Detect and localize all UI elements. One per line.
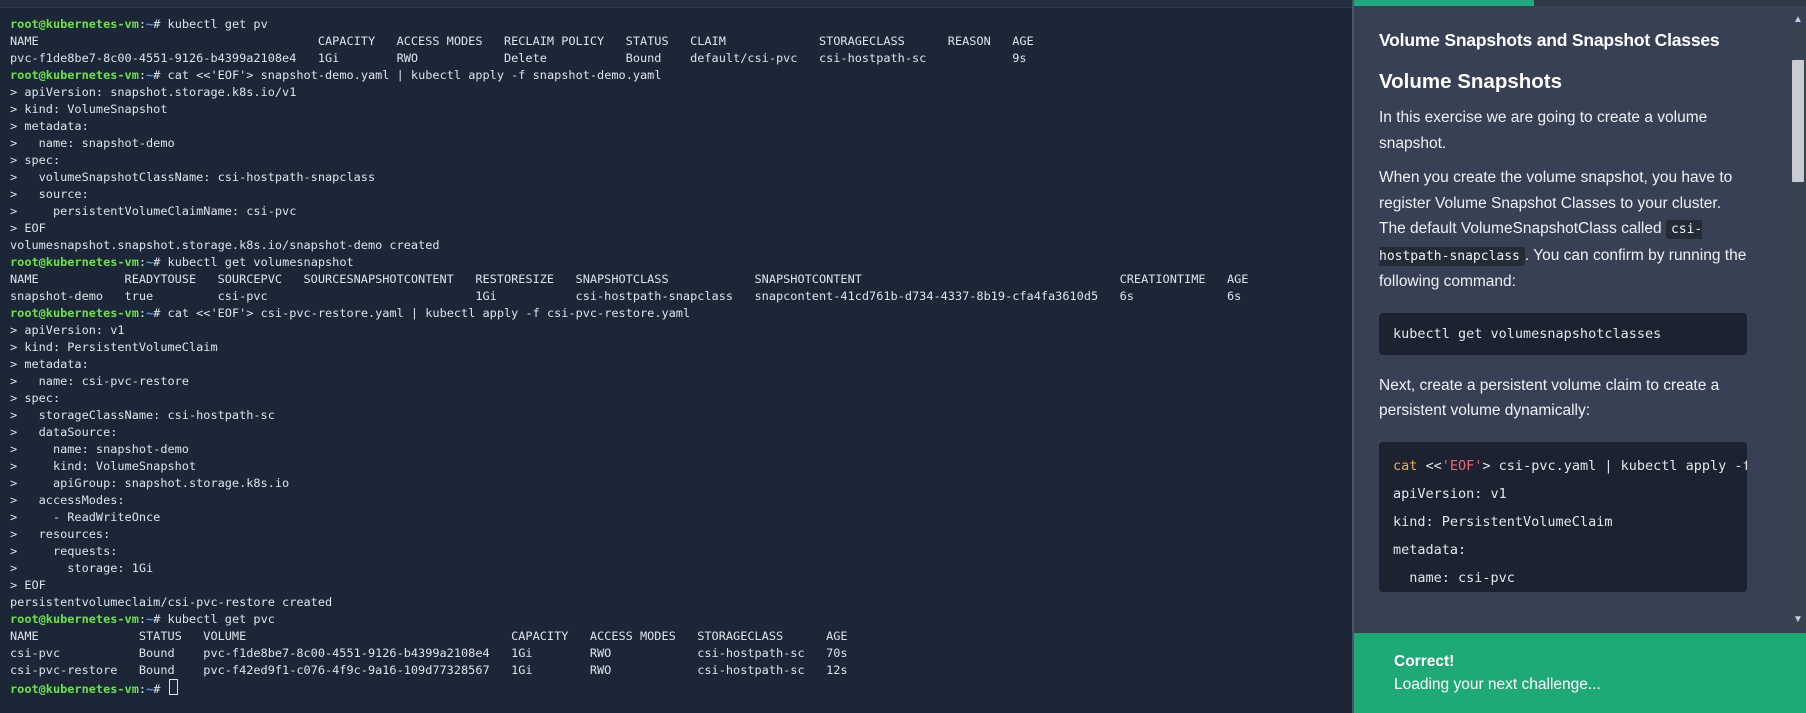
prompt-user: root@kubernetes-vm <box>10 68 139 82</box>
code-line: apiVersion: v1 <box>1393 485 1507 502</box>
code-text: > csi-pvc.yaml | kubectl apply -f csi-pv… <box>1482 457 1747 474</box>
prompt-user: root@kubernetes-vm <box>10 682 139 696</box>
terminal-prompt-line: root@kubernetes-vm:~# kubectl get pvc <box>10 611 1248 628</box>
terminal-output-line: > kind: PersistentVolumeClaim <box>10 340 218 354</box>
success-title: Correct! <box>1394 653 1455 670</box>
prompt-separator: : <box>138 68 147 82</box>
terminal-output-line: > spec: <box>10 153 61 167</box>
prompt-symbol: # <box>153 17 168 31</box>
code-string: 'EOF' <box>1441 457 1483 474</box>
terminal-output-line: > persistentVolumeClaimName: csi-pvc <box>10 204 297 218</box>
prompt-separator: : <box>138 612 147 626</box>
terminal-prompt-line: root@kubernetes-vm:~# kubectl get volume… <box>10 254 1248 271</box>
progress-accent <box>1354 0 1534 6</box>
terminal-prompt-line: root@kubernetes-vm:~# cat <<'EOF'> csi-p… <box>10 305 1248 322</box>
terminal-command: cat <<'EOF'> csi-pvc-restore.yaml | kube… <box>167 306 691 320</box>
prompt-user: root@kubernetes-vm <box>10 17 139 31</box>
instructions-panel: Volume Snapshots and Snapshot Classes Vo… <box>1354 0 1806 713</box>
terminal-output-line: > kind: VolumeSnapshot <box>10 102 168 116</box>
code-line: metadata: <box>1393 541 1467 558</box>
terminal-output-line: > apiGroup: snapshot.storage.k8s.io <box>10 476 290 490</box>
pvc-paragraph: Next, create a persistent volume claim t… <box>1379 376 1720 420</box>
prompt-user: root@kubernetes-vm <box>10 306 139 320</box>
terminal[interactable]: root@kubernetes-vm:~# kubectl get pv NAME… <box>0 0 1352 713</box>
code-text: << <box>1417 457 1442 474</box>
terminal-command: cat <<'EOF'> snapshot-demo.yaml | kubect… <box>167 68 662 82</box>
terminal-output-line: NAME CAPACITY ACCESS MODES RECLAIM POLIC… <box>10 34 1034 48</box>
terminal-output-line: NAME READYTOUSE SOURCEPVC SOURCESNAPSHOT… <box>10 272 1249 286</box>
terminal-output-line: > name: snapshot-demo <box>10 442 189 456</box>
terminal-command: kubectl get pvc <box>167 612 275 626</box>
terminal-output-line: csi-pvc Bound pvc-f1de8be7-8c00-4551-912… <box>10 646 848 660</box>
terminal-output-line: > source: <box>10 187 89 201</box>
terminal-output-line: snapshot-demo true csi-pvc 1Gi csi-hostp… <box>10 289 1242 303</box>
terminal-output-line: > apiVersion: v1 <box>10 323 125 337</box>
terminal-output-line: > EOF <box>10 578 46 592</box>
terminal-output-line: > name: snapshot-demo <box>10 136 175 150</box>
terminal-output-line: > spec: <box>10 391 61 405</box>
terminal-output-line: NAME STATUS VOLUME CAPACITY ACCESS MODES… <box>10 629 848 643</box>
code-line: name: csi-pvc <box>1393 569 1515 586</box>
prompt-separator: : <box>138 255 147 269</box>
terminal-output-line: > volumeSnapshotClassName: csi-hostpath-… <box>10 170 376 184</box>
terminal-output-line: volumesnapshot.snapshot.storage.k8s.io/s… <box>10 238 440 252</box>
terminal-topbar <box>0 0 1352 8</box>
prompt-symbol: # <box>153 68 168 82</box>
terminal-output-line: > EOF <box>10 221 46 235</box>
intro-paragraph: In this exercise we are going to create … <box>1379 109 1708 152</box>
prompt-user: root@kubernetes-vm <box>10 255 139 269</box>
prompt-symbol: # <box>153 682 168 696</box>
prompt-separator: : <box>138 682 147 696</box>
terminal-output-line: > dataSource: <box>10 425 118 439</box>
snapshot-class-paragraph: When you create the volume snapshot, you… <box>1379 165 1747 295</box>
code-line: kind: PersistentVolumeClaim <box>1393 513 1613 530</box>
terminal-output-line: persistentvolumeclaim/csi-pvc-restore cr… <box>10 595 333 609</box>
terminal-cursor[interactable] <box>168 679 178 695</box>
prompt-separator: : <box>138 17 147 31</box>
terminal-output-line: pvc-f1de8be7-8c00-4551-9126-b4399a2108e4… <box>10 51 1027 65</box>
prompt-user: root@kubernetes-vm <box>10 612 139 626</box>
terminal-command: kubectl get pv <box>167 17 268 31</box>
prompt-symbol: # <box>153 255 168 269</box>
terminal-output-line: > requests: <box>10 544 118 558</box>
challenge-title: Volume Snapshots and Snapshot Classes <box>1379 30 1720 50</box>
terminal-output-line: > - ReadWriteOnce <box>10 510 161 524</box>
terminal-output-line: > metadata: <box>10 119 89 133</box>
progress-track <box>1534 0 1806 6</box>
scroll-up-icon[interactable]: ▲ <box>1792 14 1804 26</box>
terminal-prompt-line: root@kubernetes-vm:~# cat <<'EOF'> snaps… <box>10 67 1248 84</box>
terminal-output-line: csi-pvc-restore Bound pvc-f42ed9f1-c076-… <box>10 663 848 677</box>
terminal-output-line: > storageClassName: csi-hostpath-sc <box>10 408 275 422</box>
terminal-prompt-line: root@kubernetes-vm:~# <box>10 679 1248 696</box>
terminal-output-line: > kind: VolumeSnapshot <box>10 459 197 473</box>
code-block-snapshotclasses[interactable]: kubectl get volumesnapshotclasses <box>1379 312 1747 355</box>
prompt-symbol: # <box>153 612 168 626</box>
prompt-symbol: # <box>153 306 168 320</box>
section-heading: Volume Snapshots <box>1379 70 1563 93</box>
code-keyword: cat <box>1393 457 1418 474</box>
terminal-output[interactable]: root@kubernetes-vm:~# kubectl get pv NAME… <box>10 16 1248 696</box>
terminal-output-line: > metadata: <box>10 357 89 371</box>
terminal-output-line: > apiVersion: snapshot.storage.k8s.io/v1 <box>10 85 297 99</box>
instructions-content: Volume Snapshots and Snapshot Classes Vo… <box>1379 28 1747 592</box>
scroll-down-icon[interactable]: ▼ <box>1792 614 1804 626</box>
terminal-output-line: > name: csi-pvc-restore <box>10 374 189 388</box>
terminal-command: kubectl get volumesnapshot <box>167 255 354 269</box>
scrollbar-thumb[interactable] <box>1792 60 1804 182</box>
success-subtitle: Loading your next challenge... <box>1394 676 1601 693</box>
terminal-output-line: > resources: <box>10 527 111 541</box>
prompt-separator: : <box>138 306 147 320</box>
code-line: cat <<'EOF'> csi-pvc.yaml | kubectl appl… <box>1393 452 1747 480</box>
terminal-output-line: > accessModes: <box>10 493 125 507</box>
success-banner: Correct! Loading your next challenge... <box>1354 633 1806 713</box>
terminal-prompt-line: root@kubernetes-vm:~# kubectl get pv <box>10 16 1248 33</box>
code-block-pvc[interactable]: cat <<'EOF'> csi-pvc.yaml | kubectl appl… <box>1379 441 1747 592</box>
scrollbar[interactable] <box>1790 28 1806 628</box>
terminal-output-line: > storage: 1Gi <box>10 561 154 575</box>
